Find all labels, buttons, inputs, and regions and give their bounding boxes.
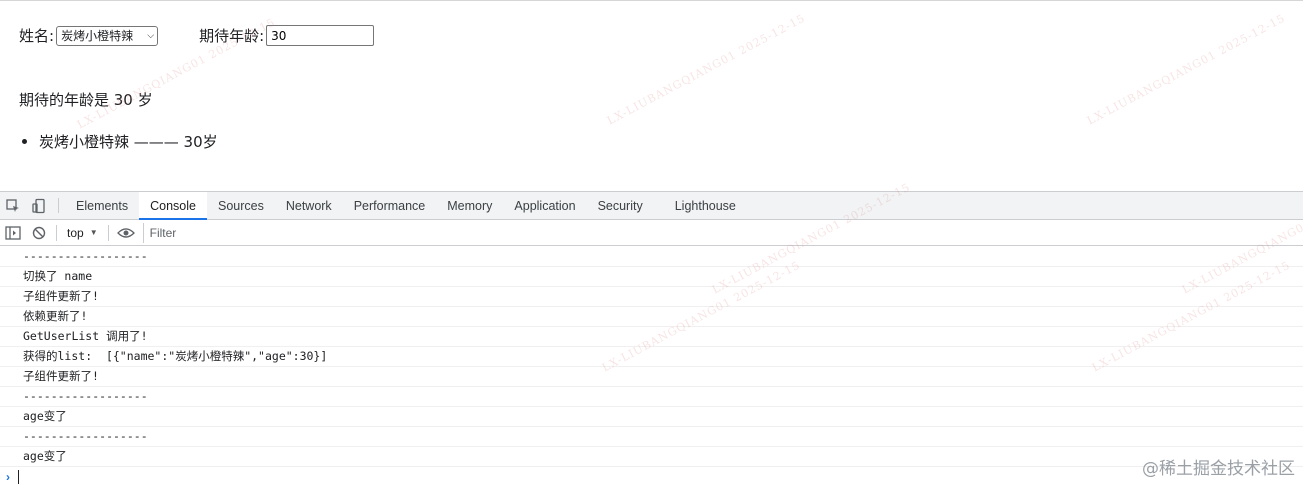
devtools-panel: Elements Console Sources Network Perform… <box>0 181 1303 487</box>
page-content: 姓名: 炭烤小橙特辣 ⌵ 期待年龄: 期待的年龄是 30 岁 炭烤小橙特辣 ——… <box>0 0 1303 191</box>
console-log-line: ------------------ <box>0 247 1303 267</box>
tab-lighthouse[interactable]: Lighthouse <box>664 192 747 219</box>
expect-age-text: 期待的年龄是 30 岁 <box>19 91 153 109</box>
chevron-down-icon: ⌵ <box>147 30 155 41</box>
brand-watermark: @稀土掘金技术社区 <box>1142 459 1295 479</box>
console-toolbar: top ▼ <box>0 220 1303 246</box>
console-log-line: age变了 <box>0 407 1303 427</box>
tab-console[interactable]: Console <box>139 192 207 220</box>
console-log-line: ------------------ <box>0 387 1303 407</box>
watermark: LX-LIUBANGQIANG01 2025-12-15 <box>604 11 808 128</box>
user-list-text: 炭烤小橙特辣 ——— 30岁 <box>39 133 218 151</box>
triangle-down-icon: ▼ <box>89 228 98 237</box>
console-log-line: 切换了 name <box>0 267 1303 287</box>
tab-security[interactable]: Security <box>587 192 654 219</box>
name-select-value: 炭烤小橙特辣 <box>61 29 134 43</box>
age-label: 期待年龄: <box>199 27 265 45</box>
console-log-line: 子组件更新了! <box>0 287 1303 307</box>
inspect-icon[interactable] <box>0 192 26 219</box>
toolbar-divider <box>56 224 57 241</box>
console-log-area: ------------------ 切换了 name 子组件更新了! 依赖更新… <box>0 247 1303 487</box>
console-log-line: GetUserList 调用了! <box>0 327 1303 347</box>
console-log-line: 子组件更新了! <box>0 367 1303 387</box>
clear-console-icon[interactable] <box>26 220 52 246</box>
user-list-item: 炭烤小橙特辣 ——— 30岁 <box>22 131 218 152</box>
device-toggle-icon[interactable] <box>26 192 52 219</box>
console-prompt[interactable]: › <box>0 467 1303 487</box>
name-label: 姓名: <box>19 27 55 45</box>
age-input[interactable] <box>266 25 375 46</box>
toolbar-divider <box>107 224 109 241</box>
watermark: LX-LIUBANGQIANG01 2025-12-15 <box>1084 11 1288 128</box>
console-log-line: 依赖更新了! <box>0 307 1303 327</box>
tab-elements[interactable]: Elements <box>65 192 139 219</box>
sidebar-toggle-icon[interactable] <box>0 220 26 246</box>
form-row: 姓名: 炭烤小橙特辣 ⌵ 期待年龄: <box>19 25 375 46</box>
eye-icon[interactable] <box>113 220 139 246</box>
filter-input[interactable] <box>142 222 1303 243</box>
tab-network[interactable]: Network <box>275 192 343 219</box>
devtools-tabbar: Elements Console Sources Network Perform… <box>0 192 1303 220</box>
text-cursor <box>18 470 19 484</box>
bullet-icon <box>22 139 27 144</box>
tab-application[interactable]: Application <box>503 192 586 219</box>
console-log-line: ------------------ <box>0 427 1303 447</box>
console-log-line: 获得的list: [{"name":"炭烤小橙特辣","age":30}] <box>0 347 1303 367</box>
toolbar-divider <box>58 198 59 213</box>
prompt-chevron-icon: › <box>6 470 10 484</box>
tab-sources[interactable]: Sources <box>207 192 275 219</box>
console-log-line: age变了 <box>0 447 1303 467</box>
context-select[interactable]: top ▼ <box>61 226 104 240</box>
tab-memory[interactable]: Memory <box>436 192 503 219</box>
tab-performance[interactable]: Performance <box>343 192 437 219</box>
context-value: top <box>67 225 84 240</box>
name-select[interactable]: 炭烤小橙特辣 ⌵ <box>56 25 159 46</box>
